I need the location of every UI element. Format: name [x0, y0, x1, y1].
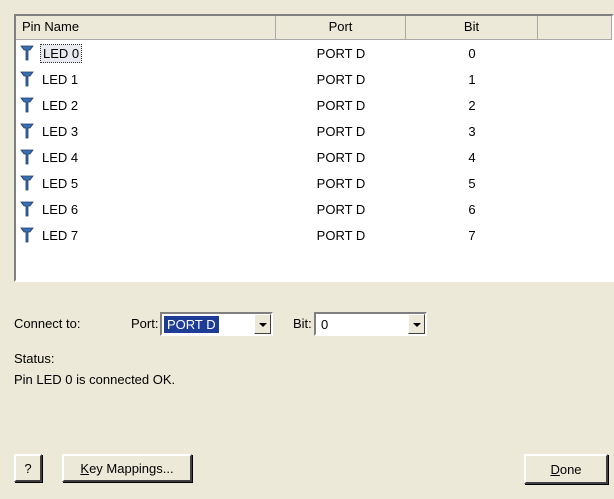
pin-list-header: Pin Name Port Bit — [16, 16, 612, 40]
help-button[interactable]: ? — [14, 454, 42, 482]
done-label: one — [559, 461, 582, 477]
pin-name-cell: LED 7 — [16, 227, 276, 244]
pin-list[interactable]: Pin Name Port Bit LED 0 PORT D 0 LED 1 PORT … — [14, 14, 614, 282]
bit-label: Bit: — [293, 316, 312, 331]
pin-name: LED 5 — [42, 175, 79, 191]
pin-name-cell: LED 2 — [16, 97, 276, 114]
pin-icon — [20, 123, 34, 139]
port-cell: PORT D — [316, 149, 366, 165]
pin-icon — [20, 97, 34, 113]
table-row[interactable]: LED 0 PORT D 0 — [16, 40, 612, 66]
bit-select-value: 0 — [321, 317, 329, 332]
pin-name-cell: LED 1 — [16, 71, 276, 88]
table-row[interactable]: LED 7 PORT D 7 — [16, 222, 612, 248]
bit-cell: 1 — [468, 71, 476, 87]
help-button-label: ? — [24, 460, 32, 476]
pin-name: LED 4 — [42, 149, 79, 165]
port-cell: PORT D — [316, 97, 366, 113]
table-row[interactable]: LED 6 PORT D 6 — [16, 196, 612, 222]
port-label: Port: — [131, 316, 159, 331]
port-cell: PORT D — [316, 123, 366, 139]
bit-cell: 7 — [468, 227, 476, 243]
pin-name: LED 6 — [42, 201, 79, 217]
chevron-down-icon[interactable] — [254, 314, 271, 334]
pin-icon — [20, 149, 34, 165]
bit-cell: 2 — [468, 97, 476, 113]
pin-icon — [20, 201, 34, 217]
pin-icon — [20, 71, 34, 87]
pin-icon — [20, 175, 34, 191]
pin-name: LED 2 — [42, 97, 79, 113]
done-mnemonic: D — [550, 461, 560, 477]
bit-cell: 5 — [468, 175, 476, 191]
pin-name-cell: LED 0 — [16, 43, 276, 63]
status-label: Status: — [14, 351, 55, 366]
port-cell: PORT D — [316, 227, 366, 243]
table-row[interactable]: LED 2 PORT D 2 — [16, 92, 612, 118]
column-header-pin-name[interactable]: Pin Name — [16, 16, 276, 40]
table-row[interactable]: LED 5 PORT D 5 — [16, 170, 612, 196]
pin-icon — [20, 227, 34, 243]
column-header-port[interactable]: Port — [276, 16, 406, 40]
pin-icon — [20, 45, 34, 61]
column-header-bit[interactable]: Bit — [406, 16, 538, 40]
chevron-down-icon[interactable] — [408, 314, 425, 334]
pin-name: LED 0 — [40, 43, 83, 63]
pin-name-cell: LED 3 — [16, 123, 276, 140]
port-cell: PORT D — [316, 45, 366, 61]
pin-name-cell: LED 4 — [16, 149, 276, 166]
bit-cell: 6 — [468, 201, 476, 217]
bit-cell: 4 — [468, 149, 476, 165]
pin-name-cell: LED 5 — [16, 175, 276, 192]
bit-cell: 3 — [468, 123, 476, 139]
pin-name-cell: LED 6 — [16, 201, 276, 218]
column-header-empty — [538, 16, 612, 40]
bit-cell: 0 — [468, 45, 476, 61]
port-cell: PORT D — [316, 201, 366, 217]
table-row[interactable]: LED 4 PORT D 4 — [16, 144, 612, 170]
key-mappings-button[interactable]: Key Mappings... — [62, 454, 192, 482]
table-row[interactable]: LED 1 PORT D 1 — [16, 66, 612, 92]
pin-name: LED 3 — [42, 123, 79, 139]
pin-name: LED 1 — [42, 71, 79, 87]
port-cell: PORT D — [316, 71, 366, 87]
pin-list-body: LED 0 PORT D 0 LED 1 PORT D 1 LED 2 PORT D 2 LED … — [16, 40, 612, 248]
done-button[interactable]: Done — [524, 454, 608, 484]
port-select[interactable]: PORT D — [160, 312, 273, 336]
pin-name: LED 7 — [42, 227, 79, 243]
status-message: Pin LED 0 is connected OK. — [14, 372, 176, 387]
table-row[interactable]: LED 3 PORT D 3 — [16, 118, 612, 144]
port-select-value: PORT D — [164, 316, 219, 333]
key-mappings-mnemonic: K — [80, 460, 90, 476]
bit-select[interactable]: 0 — [314, 312, 427, 336]
port-cell: PORT D — [316, 175, 366, 191]
key-mappings-label: ey Mappings... — [89, 460, 174, 476]
connect-to-label: Connect to: — [14, 316, 81, 331]
